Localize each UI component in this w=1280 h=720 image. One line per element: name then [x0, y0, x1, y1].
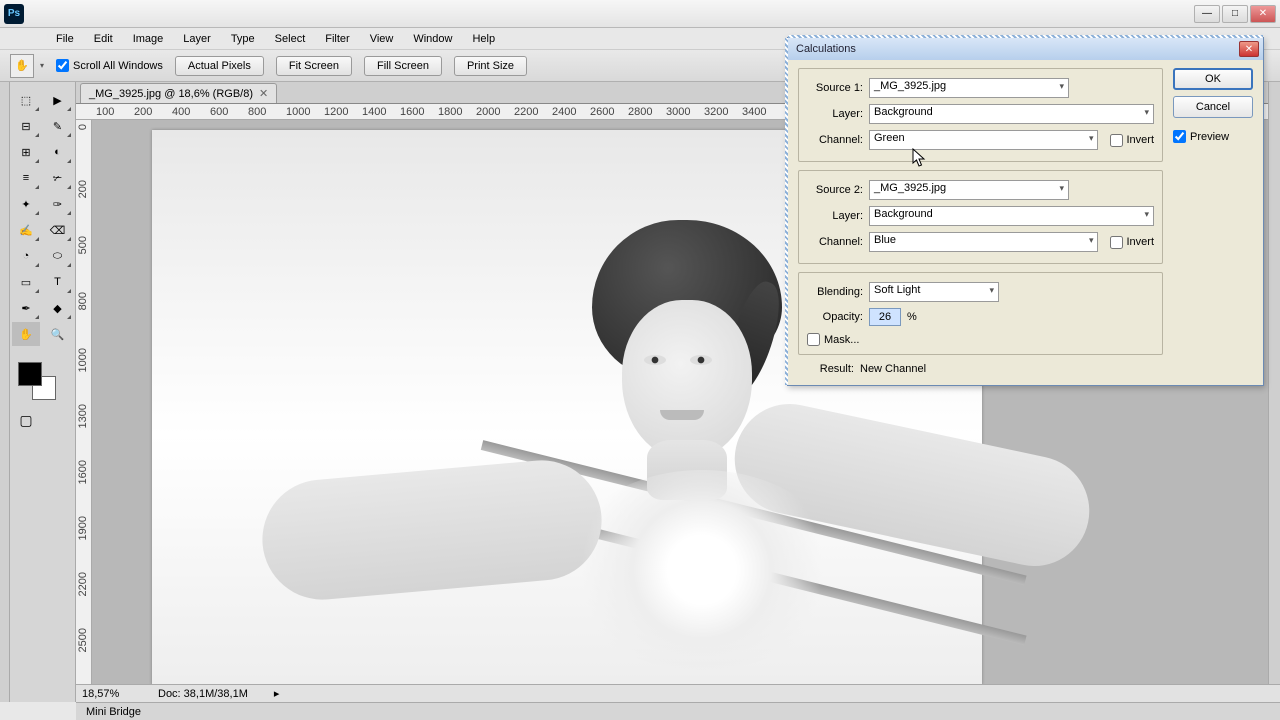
history-brush-tool[interactable]: ✑: [44, 192, 72, 216]
doc-size-info: Doc: 38,1M/38,1M: [158, 688, 248, 700]
scroll-all-windows-input[interactable]: [56, 59, 69, 72]
window-minimize-button[interactable]: —: [1194, 5, 1220, 23]
hand-tool-icon[interactable]: ✋: [10, 54, 34, 78]
brush-tool[interactable]: ✃: [44, 166, 72, 190]
blending-label: Blending:: [807, 286, 863, 298]
fill-screen-button[interactable]: Fill Screen: [364, 56, 442, 76]
app-icon: Ps: [4, 4, 24, 24]
healing-tool[interactable]: ≡: [12, 166, 40, 190]
menu-select[interactable]: Select: [265, 30, 316, 48]
menu-image[interactable]: Image: [123, 30, 174, 48]
stamp-tool[interactable]: ✦: [12, 192, 40, 216]
shape-tool[interactable]: ◆: [44, 296, 72, 320]
result-select[interactable]: New Channel: [860, 363, 1163, 375]
path-tool[interactable]: ✒: [12, 296, 40, 320]
source2-invert-checkbox[interactable]: [1110, 236, 1123, 249]
actual-pixels-button[interactable]: Actual Pixels: [175, 56, 264, 76]
move-tool[interactable]: ⬚: [12, 88, 40, 112]
document-tab-title: _MG_3925.jpg @ 18,6% (RGB/8): [89, 88, 253, 100]
lasso-tool[interactable]: ⊟: [12, 114, 40, 138]
hand-tool[interactable]: ✋: [12, 322, 40, 346]
crop-tool[interactable]: ⊞: [12, 140, 40, 164]
print-size-button[interactable]: Print Size: [454, 56, 527, 76]
dialog-titlebar[interactable]: Calculations ✕: [788, 38, 1263, 60]
mask-label: Mask...: [824, 334, 859, 346]
tools-panel: ⬚ ▶ ⊟ ✎ ⊞ ◐ ≡ ✃ ✦ ✑ ✍ ⌫ ◔ ⬭ ▭ T ✒ ◆ ✋ 🔍 …: [10, 82, 76, 702]
opacity-label: Opacity:: [807, 311, 863, 323]
preview-checkbox[interactable]: Preview: [1173, 130, 1253, 143]
result-label: Result:: [798, 363, 854, 375]
menu-view[interactable]: View: [360, 30, 404, 48]
source2-channel-select[interactable]: Blue: [869, 232, 1098, 252]
menu-edit[interactable]: Edit: [84, 30, 123, 48]
calculations-dialog: Calculations ✕ Source 1: _MG_3925.jpg La…: [787, 37, 1264, 386]
blending-group: Blending: Soft Light Opacity: % Mask...: [798, 272, 1163, 355]
ruler-vertical[interactable]: 0200500800100013001600190022002500: [76, 120, 92, 702]
mask-checkbox[interactable]: [807, 333, 820, 346]
status-bar: 18,57% Doc: 38,1M/38,1M ▸: [76, 684, 1280, 702]
window-maximize-button[interactable]: □: [1222, 5, 1248, 23]
source1-invert-label: Invert: [1126, 134, 1154, 146]
pen-tool[interactable]: ▭: [12, 270, 40, 294]
blur-tool[interactable]: ◔: [12, 244, 40, 268]
source2-layer-select[interactable]: Background: [869, 206, 1154, 226]
preview-checkbox-input[interactable]: [1173, 130, 1186, 143]
foreground-color-swatch[interactable]: [18, 362, 42, 386]
cancel-button[interactable]: Cancel: [1173, 96, 1253, 118]
eraser-tool[interactable]: ✍: [12, 218, 40, 242]
dodge-tool[interactable]: ⬭: [44, 244, 72, 268]
menu-type[interactable]: Type: [221, 30, 265, 48]
quickmask-toggle[interactable]: ▢: [12, 408, 40, 432]
opacity-percent-suffix: %: [907, 311, 917, 323]
zoom-level[interactable]: 18,57%: [82, 688, 138, 700]
window-close-button[interactable]: ✕: [1250, 5, 1276, 23]
dialog-title-text: Calculations: [796, 43, 856, 55]
color-swatches[interactable]: [12, 358, 73, 406]
wand-tool[interactable]: ✎: [44, 114, 72, 138]
close-tab-icon[interactable]: ✕: [259, 87, 268, 100]
info-caret-icon[interactable]: ▸: [274, 687, 280, 700]
mini-bridge-tab[interactable]: Mini Bridge: [76, 702, 1280, 720]
source1-group: Source 1: _MG_3925.jpg Layer: Background…: [798, 68, 1163, 162]
source1-layer-select[interactable]: Background: [869, 104, 1154, 124]
marquee-tool[interactable]: ▶: [44, 88, 72, 112]
source1-label: Source 1:: [807, 82, 863, 94]
menu-filter[interactable]: Filter: [315, 30, 359, 48]
menu-help[interactable]: Help: [462, 30, 505, 48]
menu-layer[interactable]: Layer: [173, 30, 221, 48]
source2-invert-label: Invert: [1126, 236, 1154, 248]
left-dock-strip[interactable]: [0, 82, 10, 702]
eyedropper-tool[interactable]: ◐: [44, 140, 72, 164]
ok-button[interactable]: OK: [1173, 68, 1253, 90]
gradient-tool[interactable]: ⌫: [44, 218, 72, 242]
source1-channel-select[interactable]: Green: [869, 130, 1098, 150]
source2-label: Source 2:: [807, 184, 863, 196]
menu-file[interactable]: File: [46, 30, 84, 48]
source1-select[interactable]: _MG_3925.jpg: [869, 78, 1069, 98]
opacity-input[interactable]: [869, 308, 901, 326]
right-dock-strip[interactable]: [1268, 82, 1280, 702]
menu-window[interactable]: Window: [403, 30, 462, 48]
blending-select[interactable]: Soft Light: [869, 282, 999, 302]
zoom-tool[interactable]: 🔍: [44, 322, 72, 346]
title-bar: Ps — □ ✕: [0, 0, 1280, 28]
dropdown-caret-icon[interactable]: ▾: [40, 61, 44, 70]
document-tab[interactable]: _MG_3925.jpg @ 18,6% (RGB/8) ✕: [80, 83, 277, 103]
preview-label: Preview: [1190, 131, 1229, 143]
scroll-all-windows-checkbox[interactable]: Scroll All Windows: [56, 59, 163, 72]
source1-channel-label: Channel:: [807, 134, 863, 146]
source2-channel-label: Channel:: [807, 236, 863, 248]
source1-layer-label: Layer:: [807, 108, 863, 120]
source2-select[interactable]: _MG_3925.jpg: [869, 180, 1069, 200]
source2-group: Source 2: _MG_3925.jpg Layer: Background…: [798, 170, 1163, 264]
source2-layer-label: Layer:: [807, 210, 863, 222]
scroll-all-label: Scroll All Windows: [73, 60, 163, 72]
type-tool[interactable]: T: [44, 270, 72, 294]
source1-invert-checkbox[interactable]: [1110, 134, 1123, 147]
fit-screen-button[interactable]: Fit Screen: [276, 56, 352, 76]
dialog-close-button[interactable]: ✕: [1239, 41, 1259, 57]
